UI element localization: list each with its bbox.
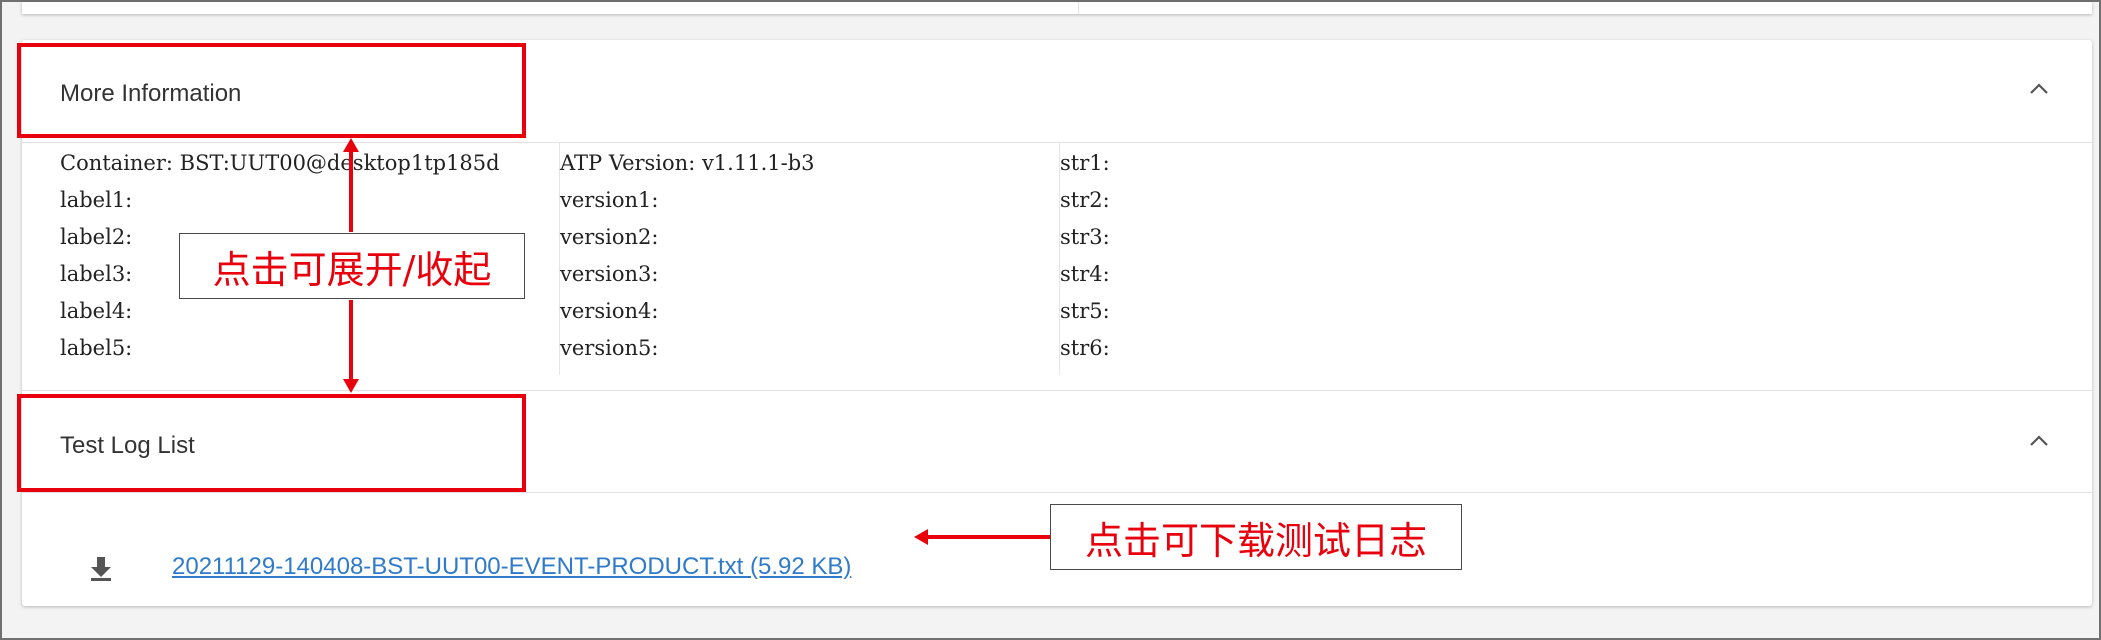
info-str6: str6: [1060, 336, 1110, 360]
info-column-2: ATP Version: v1.11.1-b3 version1: versio… [559, 143, 1060, 375]
chevron-up-icon[interactable] [2024, 426, 2054, 456]
info-str1: str1: [1060, 151, 1110, 175]
test-log-list-highlight [17, 394, 526, 492]
info-version2: version2: [560, 225, 659, 249]
info-label5: label5: [60, 336, 133, 360]
info-str3: str3: [1060, 225, 1110, 249]
info-label3: label3: [60, 262, 133, 286]
info-str5: str5: [1060, 299, 1110, 323]
info-label1: label1: [60, 188, 133, 212]
info-container: Container: BST:UUT00@desktop1tp185d [60, 151, 500, 175]
info-str4: str4: [1060, 262, 1110, 286]
info-version3: version3: [560, 262, 659, 286]
chevron-up-icon[interactable] [2024, 74, 2054, 104]
more-information-highlight [17, 43, 526, 138]
info-atp-version: ATP Version: v1.11.1-b3 [560, 151, 815, 175]
previous-panel-bottom [22, 2, 2092, 14]
info-version4: version4: [560, 299, 659, 323]
log-file-link[interactable]: 20211129-140408-BST-UUT00-EVENT-PRODUCT.… [172, 553, 851, 581]
column-divider [1078, 2, 1079, 14]
info-label2: label2: [60, 225, 133, 249]
info-version1: version1: [560, 188, 659, 212]
download-icon[interactable] [88, 555, 114, 581]
info-str2: str2: [1060, 188, 1110, 212]
expand-collapse-callout: 点击可展开/收起 [179, 233, 525, 299]
info-label4: label4: [60, 299, 133, 323]
download-log-callout: 点击可下载测试日志 [1050, 504, 1462, 570]
screenshot-frame: More Information Container: BST:UUT00@de… [0, 0, 2101, 640]
info-column-3: str1: str2: str3: str4: str5: str6: [1059, 143, 2060, 375]
info-version5: version5: [560, 336, 659, 360]
